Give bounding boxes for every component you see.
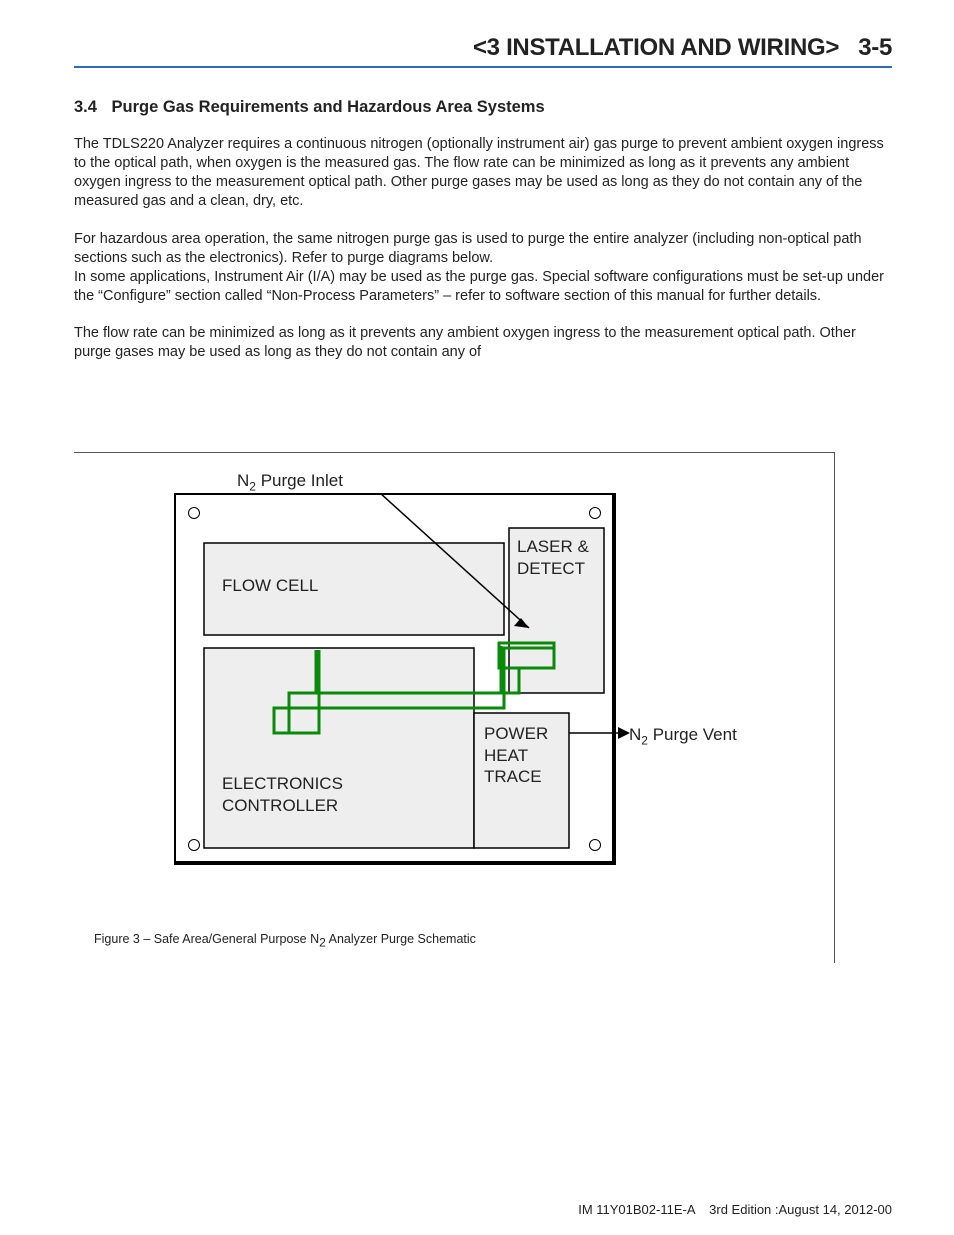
footer-doc-id: IM 11Y01B02-11E-A [578,1202,695,1217]
footer-edition: 3rd Edition :August 14, 2012-00 [709,1202,892,1217]
paragraph-2: For hazardous area operation, the same n… [74,230,892,307]
flow-cell-label: FLOW CELL [222,575,318,596]
section-heading: 3.4 Purge Gas Requirements and Hazardous… [74,98,892,117]
figure-frame: N2 Purge Inlet N2 Purge Vent [74,452,835,963]
paragraph-3: The flow rate can be minimized as long a… [74,324,892,362]
electronics-controller-label: ELECTRONICS CONTROLLER [222,773,343,816]
purge-schematic-diagram: N2 Purge Inlet N2 Purge Vent [174,493,742,893]
page-number: 3-5 [858,34,892,61]
page-footer: IM 11Y01B02-11E-A 3rd Edition :August 14… [578,1202,892,1217]
section-title: Purge Gas Requirements and Hazardous Are… [112,98,545,116]
section-number: 3.4 [74,98,97,116]
purge-inlet-label: N2 Purge Inlet [237,471,343,493]
paragraph-1: The TDLS220 Analyzer requires a continuo… [74,135,892,212]
figure-caption: Figure 3 – Safe Area/General Purpose N2 … [94,932,476,950]
vent-arrow-head [618,727,630,739]
page-header: <3 INSTALLATION AND WIRING> 3-5 [74,34,892,68]
electronics-box [204,648,474,848]
laser-detect-label: LASER & DETECT [517,536,589,579]
power-heat-trace-label: POWER HEAT TRACE [484,723,548,787]
chapter-title: <3 INSTALLATION AND WIRING> [473,34,839,61]
diagram-svg [174,493,742,893]
